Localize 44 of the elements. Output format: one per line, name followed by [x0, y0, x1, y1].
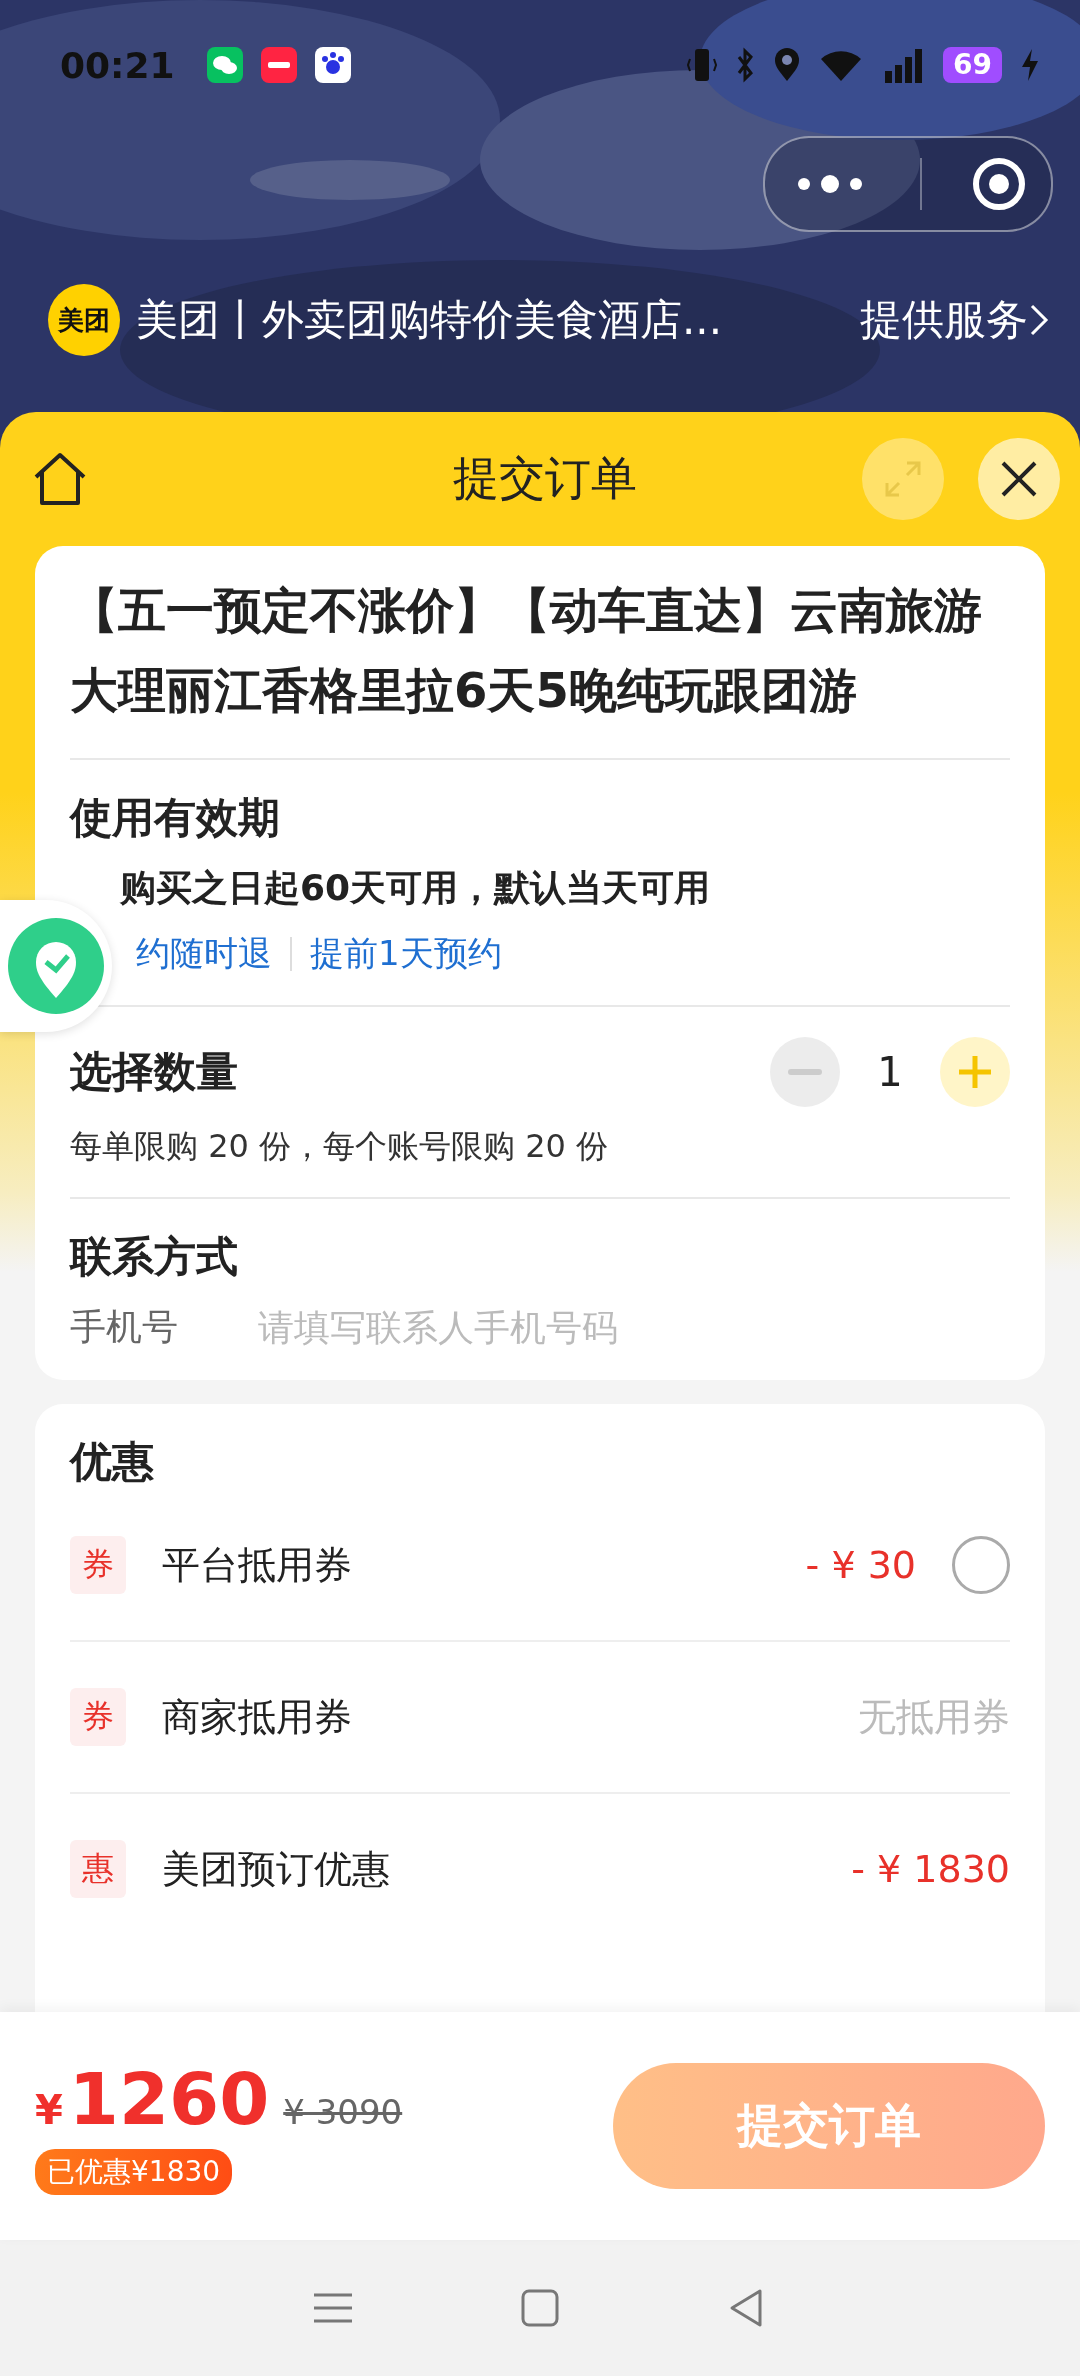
- expand-icon: [883, 459, 923, 499]
- original-price: ¥ 3090: [283, 2092, 403, 2132]
- product-title: 【五一预定不涨价】【动车直达】云南旅游大理丽江香格里拉6天5晚纯玩跟团游: [70, 546, 1010, 760]
- section-heading: 选择数量: [70, 1046, 238, 1098]
- location-icon: [773, 47, 802, 83]
- chevron-icon: [1028, 302, 1050, 338]
- purchase-limit: 每单限购 20 份，每个账号限购 20 份: [70, 1126, 610, 1167]
- app-icon: [260, 47, 297, 83]
- policy-tag: 约随时退: [136, 931, 272, 977]
- section-heading: 使用有效期: [70, 792, 281, 844]
- phone-input[interactable]: 请填写联系人手机号码: [258, 1307, 1010, 1348]
- battery-level: 69: [943, 47, 1002, 83]
- savings-tag: 已优惠¥1830: [35, 2149, 233, 2195]
- section-heading: 联系方式: [70, 1231, 239, 1283]
- validity-text: 购买之日起60天可用，默认当天可用: [120, 866, 712, 910]
- service-link[interactable]: 提供服务: [860, 292, 1050, 348]
- target-icon[interactable]: [972, 157, 1026, 211]
- charging-icon: [1020, 47, 1040, 83]
- paw-app-icon: [314, 47, 351, 83]
- policy-tag: 提前1天预约: [310, 931, 502, 977]
- discount-name: 商家抵用券: [162, 1693, 353, 1741]
- section-heading: 优惠: [70, 1436, 155, 1488]
- vibrate-icon: [687, 47, 718, 83]
- total-price: 1260: [68, 2057, 270, 2141]
- radio-button[interactable]: [952, 1536, 1010, 1594]
- close-icon: [999, 459, 1039, 499]
- mini-program-name: 美团丨外卖团购特价美食酒店...: [136, 294, 723, 346]
- discount-tag: 券: [70, 1536, 126, 1594]
- currency-sign: ¥: [35, 2087, 63, 2133]
- sheet-title: 提交订单: [453, 450, 637, 507]
- plus-icon: [957, 1054, 993, 1090]
- discount-tag: 券: [70, 1688, 126, 1746]
- discount-value: 无抵用券: [858, 1693, 1010, 1741]
- discount-tag: 惠: [70, 1840, 126, 1898]
- chat-app-icon: [206, 47, 243, 83]
- discount-value: - ¥ 30: [805, 1543, 916, 1587]
- minus-icon: [788, 1069, 822, 1075]
- discount-value: - ¥ 1830: [851, 1847, 1010, 1891]
- discount-name: 平台抵用券: [162, 1541, 353, 1589]
- clock: 00:21: [60, 44, 175, 86]
- field-label: 手机号: [70, 1305, 178, 1349]
- quantity-value: 1: [876, 1049, 904, 1095]
- bluetooth-icon: [735, 47, 756, 83]
- discount-name: 美团预订优惠: [162, 1845, 391, 1893]
